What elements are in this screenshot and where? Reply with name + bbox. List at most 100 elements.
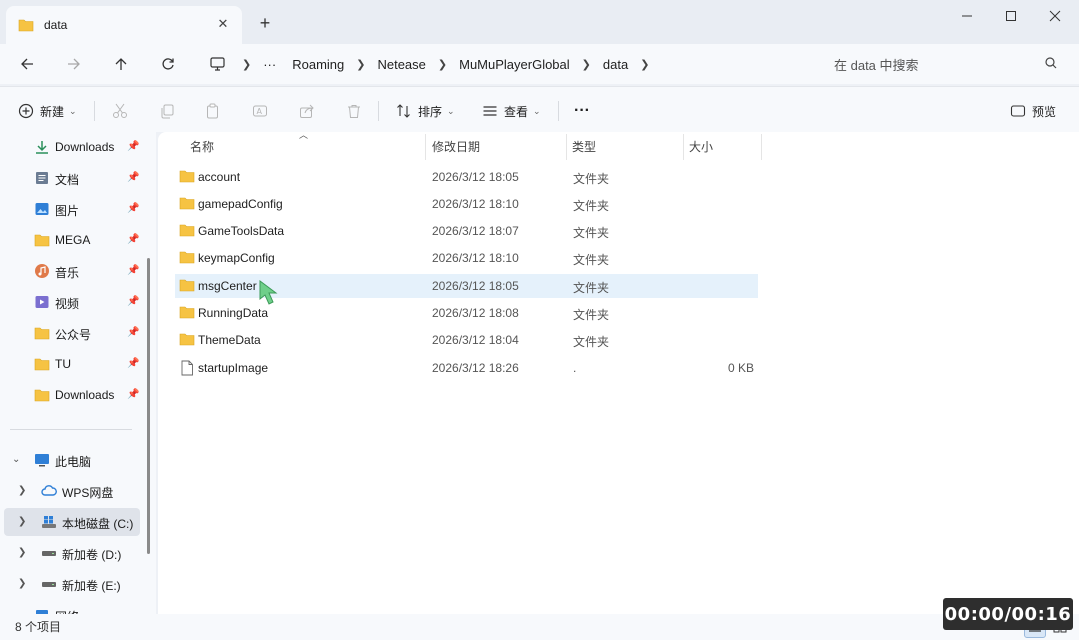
chevron-right-icon[interactable]: ❯ (18, 516, 26, 527)
file-date: 2026/3/12 18:10 (432, 197, 519, 211)
folder-icon (34, 358, 50, 371)
sidebar-item-label: WPS网盘 (62, 486, 114, 500)
pin-icon[interactable]: 📌 (127, 389, 139, 401)
back-button[interactable] (15, 52, 39, 76)
delete-button[interactable] (346, 99, 362, 123)
sidebar-item-pictures[interactable]: 图片 📌 (0, 195, 140, 223)
pin-icon[interactable]: 📌 (127, 358, 139, 370)
sidebar-item-label: 图片 (55, 204, 80, 218)
sidebar-item-downloads[interactable]: Downloads 📌 (0, 133, 140, 161)
breadcrumb-more[interactable]: ··· (255, 57, 284, 72)
sidebar-item-drive-c[interactable]: ❯ 本地磁盘 (C:) (4, 508, 140, 536)
file-row-gametoolsdata[interactable]: GameToolsData 2026/3/12 18:07 文件夹 (175, 219, 758, 243)
sidebar-item-tu[interactable]: TU 📌 (0, 350, 140, 378)
folder-icon (34, 327, 50, 340)
column-header-name[interactable]: 名称 (190, 138, 214, 160)
chevron-right-icon[interactable]: ❯ (636, 58, 653, 71)
sort-icon (397, 104, 410, 118)
sidebar-item-network[interactable]: 网络 (0, 601, 140, 614)
sidebar-item-gongzhonghao[interactable]: 公众号 📌 (0, 319, 140, 347)
pin-icon[interactable]: 📌 (127, 265, 139, 277)
file-size: 0 KB (727, 361, 754, 375)
search-box[interactable]: 在 data 中搜索 (822, 50, 1070, 78)
file-row-startupimage[interactable]: startupImage 2026/3/12 18:26 . 0 KB (175, 356, 758, 380)
monitor-icon (209, 57, 225, 71)
breadcrumb-data[interactable]: data (595, 57, 636, 72)
arrow-up-icon (115, 58, 127, 70)
up-button[interactable] (109, 52, 133, 76)
sidebar-item-this-pc[interactable]: ⌄ 此电脑 (0, 446, 140, 474)
refresh-icon (162, 58, 174, 70)
drive-icon (42, 551, 56, 556)
this-pc-button[interactable] (205, 52, 229, 76)
chevron-down-icon: ⌄ (447, 105, 455, 116)
cut-button[interactable] (112, 99, 128, 123)
sidebar-item-wps-drive[interactable]: ❯ WPS网盘 (0, 477, 140, 505)
folder-icon (179, 197, 195, 210)
minimize-button[interactable] (944, 4, 990, 28)
new-tab-button[interactable]: + (254, 12, 276, 34)
refresh-button[interactable] (156, 52, 180, 76)
chevron-right-icon[interactable]: ❯ (434, 58, 451, 71)
navigation-pane: Downloads 📌 文档 📌 图片 📌 MEGA 📌 音乐 📌 视频 📌 公… (0, 132, 156, 614)
more-options-button[interactable]: ··· (574, 99, 590, 123)
file-type: 文件夹 (573, 281, 610, 295)
chevron-right-icon[interactable]: ❯ (18, 547, 26, 558)
column-header-size[interactable]: 大小 (689, 138, 713, 160)
sort-button[interactable]: 排序 ⌄ (396, 99, 455, 123)
close-icon (1049, 10, 1061, 22)
maximize-button[interactable] (988, 4, 1034, 28)
pin-icon[interactable]: 📌 (127, 203, 139, 215)
file-date: 2026/3/12 18:05 (432, 170, 519, 184)
pin-icon[interactable]: 📌 (127, 327, 139, 339)
chevron-right-icon[interactable]: ❯ (238, 58, 255, 71)
column-divider[interactable] (683, 134, 684, 160)
column-header-type[interactable]: 类型 (572, 138, 596, 160)
sidebar-scrollbar[interactable] (147, 258, 150, 554)
share-button[interactable] (299, 99, 315, 123)
sidebar-item-music[interactable]: 音乐 📌 (0, 257, 140, 285)
file-row-account[interactable]: account 2026/3/12 18:05 文件夹 (175, 165, 758, 189)
pin-icon[interactable]: 📌 (127, 172, 139, 184)
tab-data[interactable]: data ✕ (6, 6, 242, 44)
column-divider[interactable] (566, 134, 567, 160)
view-button[interactable]: 查看 ⌄ (482, 99, 541, 123)
file-date: 2026/3/12 18:07 (432, 224, 519, 238)
file-row-gamepadconfig[interactable]: gamepadConfig 2026/3/12 18:10 文件夹 (175, 192, 758, 216)
chevron-right-icon[interactable]: ❯ (578, 58, 595, 71)
file-date: 2026/3/12 18:08 (432, 306, 519, 320)
sidebar-item-downloads-folder[interactable]: Downloads 📌 (0, 381, 140, 409)
file-name: ThemeData (198, 333, 261, 347)
column-header-date[interactable]: 修改日期 (432, 138, 480, 160)
chevron-down-icon: ⌄ (69, 105, 77, 116)
preview-button[interactable]: 预览 (1010, 99, 1056, 123)
file-row-themedata[interactable]: ThemeData 2026/3/12 18:04 文件夹 (175, 328, 758, 352)
close-tab-icon[interactable]: ✕ (214, 15, 232, 33)
column-divider[interactable] (761, 134, 762, 160)
sidebar-item-drive-e[interactable]: ❯ 新加卷 (E:) (0, 570, 140, 598)
pin-icon[interactable]: 📌 (127, 234, 139, 246)
column-divider[interactable] (425, 134, 426, 160)
forward-button[interactable] (62, 52, 86, 76)
cloud-icon (41, 485, 57, 496)
rename-button[interactable]: A (252, 99, 268, 123)
chevron-right-icon[interactable]: ❯ (18, 485, 26, 496)
item-count: 8 个项目 (15, 620, 62, 634)
pin-icon[interactable]: 📌 (127, 141, 139, 153)
chevron-down-icon[interactable]: ⌄ (12, 454, 20, 465)
file-row-keymapconfig[interactable]: keymapConfig 2026/3/12 18:10 文件夹 (175, 246, 758, 270)
breadcrumb-mumuplayerglobal[interactable]: MuMuPlayerGlobal (451, 57, 578, 72)
sidebar-item-documents[interactable]: 文档 📌 (0, 164, 140, 192)
sidebar-item-drive-d[interactable]: ❯ 新加卷 (D:) (0, 539, 140, 567)
pin-icon[interactable]: 📌 (127, 296, 139, 308)
close-window-button[interactable] (1032, 4, 1078, 28)
chevron-right-icon[interactable]: ❯ (18, 578, 26, 589)
breadcrumb-netease[interactable]: Netease (369, 57, 433, 72)
paste-button[interactable] (205, 99, 221, 123)
copy-button[interactable] (159, 99, 175, 123)
sidebar-item-videos[interactable]: 视频 📌 (0, 288, 140, 316)
breadcrumb-roaming[interactable]: Roaming (284, 57, 352, 72)
new-button[interactable]: 新建 ⌄ (18, 99, 77, 123)
sidebar-item-mega[interactable]: MEGA 📌 (0, 226, 140, 254)
chevron-right-icon[interactable]: ❯ (352, 58, 369, 71)
